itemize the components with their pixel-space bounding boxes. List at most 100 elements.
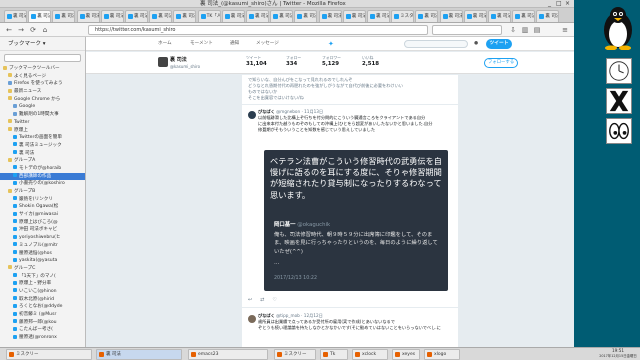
bookmark-item[interactable]: 藤原邦一郎(@kou [0,319,85,327]
browser-tab[interactable]: 裏 司法 [512,10,536,22]
sidebar-search-input[interactable] [4,54,81,62]
browser-tab[interactable]: 裏 司法 [221,10,245,22]
close-window-button[interactable]: × [565,0,570,8]
browser-tab[interactable]: 裏 司法 [463,10,487,22]
home-button[interactable]: ⌂ [40,25,50,35]
forward-button[interactable]: → [16,25,26,35]
bookmark-item[interactable]: 難解剤の1時間大事 [0,111,85,119]
bookmark-item[interactable]: いこいこ(@hinon [0,288,85,296]
follow-button[interactable]: フォローする [484,58,518,68]
bookmark-item[interactable]: よく見るページ [0,73,85,81]
bookmark-item[interactable]: Google Chrome から [0,96,85,104]
reload-button[interactable]: ⟳ [28,25,38,35]
reply-icon[interactable]: ↩ [248,297,252,303]
browser-tab[interactable]: 裏 司法 [246,10,269,22]
taskbar-item[interactable]: ミスクリー [6,349,92,360]
browser-tab[interactable]: 裏 司法 [125,10,148,22]
menu-icon[interactable]: ≡ [560,25,570,35]
taskbar-clock[interactable]: 19:51 2017年12月15日金曜日 [596,348,640,359]
bookmark-item[interactable]: サイカ(@miwasai [0,211,85,219]
browser-tab[interactable]: TK「人の [197,10,221,22]
browser-tab[interactable]: 裏 司法 [536,10,560,22]
bookmark-item[interactable]: Firefox を使ってみよう [0,80,85,88]
nav-notifications[interactable]: 通知 [230,37,239,51]
bookmark-item[interactable]: Google [0,103,85,111]
like-icon[interactable]: ♡ [272,297,276,303]
browser-tab[interactable]: 裏 司法 [439,10,463,22]
bookmark-item[interactable]: Twitterの画面を簡単 [0,134,85,142]
browser-tab[interactable]: 裏 司法 [270,10,294,22]
taskbar-item[interactable]: xclock [352,349,388,360]
url-bar[interactable]: https://twitter.com/kasumi_shiro [88,25,428,35]
bookmark-item[interactable]: 巌熱を(リンクリ [0,196,85,204]
stat-following[interactable]: フォロー 334 [286,55,301,67]
taskbar-item[interactable]: Tk [320,349,348,360]
bookmark-item[interactable]: 裏 司法 [0,150,85,158]
bookmark-item[interactable]: 沖田 司法ボキャビ [0,226,85,234]
bookmark-item[interactable]: 初音鯵ミ (@Musr [0,311,85,319]
tweet-avatar[interactable] [248,315,256,323]
bookmark-item[interactable]: 取木北原(@hirid [0,296,85,304]
bookmark-item[interactable]: 裏 司法ミュージック [0,142,85,150]
browser-tab[interactable]: 裏 司法 [318,10,342,22]
browser-tab[interactable]: 裏 司法 [100,10,124,22]
dock-xlogo-icon[interactable] [606,88,632,114]
sidebar-header[interactable]: ブックマーク ▾ [0,37,85,51]
stat-followers[interactable]: フォロワー 5,129 [322,55,341,67]
bookmark-item[interactable]: グループC [0,265,85,273]
bookmark-item[interactable]: 最新ニュース [0,88,85,96]
bookmark-item[interactable]: 「1天下」のマノ( [0,273,85,281]
taskbar-item[interactable]: emacs23 [188,349,268,360]
nav-messages[interactable]: メッセージ [256,37,279,51]
bookmark-item[interactable]: 腰原透悩(@hos [0,250,85,258]
nav-moments[interactable]: モーメント [190,37,213,51]
browser-tab[interactable]: 裏 司法 [76,10,100,22]
tweet-item[interactable]: ぴなぱく @tipp_mob · 12月12日 歳所員は出業績で点ってあるか受付… [258,313,454,331]
bookmark-item[interactable]: yaskita(@yasuta [0,257,85,265]
browser-search-box[interactable] [432,25,502,35]
bookmark-item[interactable]: Twitter [0,119,85,127]
bookmark-item[interactable]: ブックマークツールバー [0,65,85,73]
taskbar-item[interactable]: xeyes [392,349,420,360]
library-icon[interactable]: ▥ [520,25,530,35]
bookmark-item[interactable]: yoriyoshiwebru(ヒ [0,234,85,242]
maximize-button[interactable]: □ [556,0,562,8]
bookmark-item[interactable]: グループA [0,157,85,165]
browser-tab[interactable]: 裏 司法 [488,10,511,22]
browser-tab[interactable]: 裏 司法 [149,10,173,22]
tweet-avatar[interactable] [248,111,256,119]
tweet-author[interactable]: ぴなぱく [258,313,275,318]
browser-tab[interactable]: 裏 司法 [294,10,318,22]
dock-clock-icon[interactable] [606,58,632,84]
profile-name[interactable]: 裏 司法 [170,56,187,63]
browser-tab[interactable]: 裏 司法 [342,10,366,22]
twitter-search-input[interactable] [404,40,468,48]
tweet-author[interactable]: ぴなぱく [258,109,275,114]
browser-tab[interactable]: 裏 司法 [415,10,439,22]
browser-tab[interactable]: 裏 司法 [28,10,52,22]
taskbar-item[interactable]: ミスクリー [274,349,316,360]
stat-likes[interactable]: いいね 2,518 [362,55,379,67]
browser-tab[interactable]: 裏 司法 [367,10,390,22]
browser-tab[interactable]: 裏 司法 [4,10,27,22]
browser-tab[interactable]: 裏 司法 [173,10,197,22]
tweet-item[interactable]: ぴなぱく @mgnebon · 11月13日 以前幅跡滑した比構上ぞ行ちを付分問… [258,109,454,133]
bookmark-item[interactable]: モトデのが@horaib [0,165,85,173]
bookmark-item[interactable]: グループB [0,188,85,196]
twitter-bird-icon[interactable]: ✦ [328,40,334,48]
retweet-icon[interactable]: ⇄ [260,297,264,303]
bookmark-item[interactable]: 原爆上・野分率 [0,280,85,288]
bookmark-item[interactable]: こたんばー考さ( [0,326,85,334]
tweet-button[interactable]: ツイート [486,39,512,49]
taskbar-item[interactable]: xlogo [424,349,460,360]
sidebar-toggle-icon[interactable]: ▤ [532,25,542,35]
bookmark-item[interactable]: 原爆上 [0,127,85,135]
browser-tab[interactable]: 裏 司法 [52,10,76,22]
window-titlebar[interactable]: 裏 司法_(@kasumi_shiro)さん | Twitter - Mozil… [0,0,574,8]
downloads-icon[interactable]: ⇩ [508,25,518,35]
back-button[interactable]: ← [4,25,14,35]
stat-tweets[interactable]: ツイート 31,104 [246,55,267,67]
bookmark-item[interactable]: ろくとなお(@ddyde [0,303,85,311]
bookmark-item[interactable]: 西部講師の作品 [0,172,85,181]
minimize-button[interactable]: _ [548,0,551,8]
